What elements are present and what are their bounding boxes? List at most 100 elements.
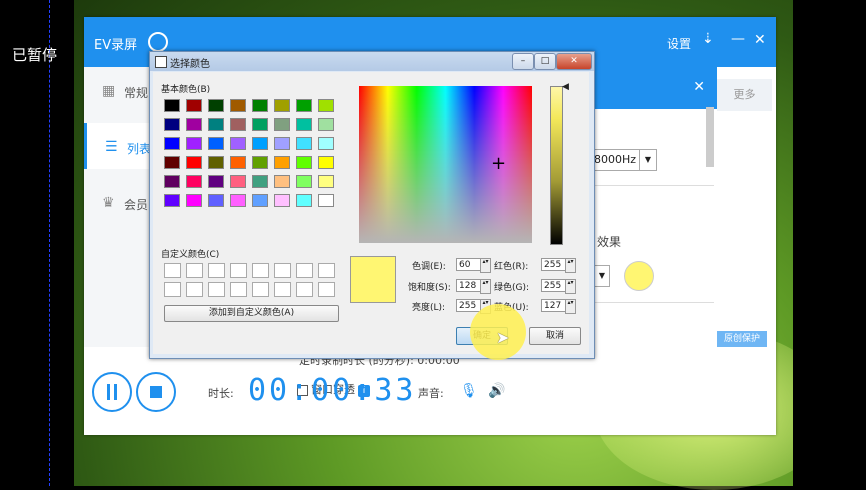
custom-color-swatch[interactable] — [296, 282, 313, 297]
basic-color-swatch[interactable] — [252, 194, 268, 207]
custom-color-swatch[interactable] — [164, 282, 181, 297]
basic-color-swatch[interactable] — [164, 137, 180, 150]
basic-color-swatch[interactable] — [296, 156, 312, 169]
basic-color-swatch[interactable] — [252, 99, 268, 112]
basic-color-swatch[interactable] — [274, 118, 290, 131]
dialog-minimize-button[interactable]: – — [512, 53, 534, 70]
basic-color-swatch[interactable] — [208, 194, 224, 207]
basic-color-swatch[interactable] — [230, 99, 246, 112]
minimize-button[interactable]: — — [731, 31, 745, 47]
red-spinner[interactable]: ▴▾ — [565, 258, 576, 273]
luminance-label: 亮度(L): — [412, 303, 446, 313]
custom-color-swatch[interactable] — [274, 263, 291, 278]
custom-color-swatch[interactable] — [230, 263, 247, 278]
custom-color-swatch[interactable] — [230, 282, 247, 297]
basic-color-swatch[interactable] — [318, 156, 334, 169]
custom-color-swatch[interactable] — [318, 263, 335, 278]
basic-color-swatch[interactable] — [230, 194, 246, 207]
dialog-maximize-button[interactable]: □ — [534, 53, 556, 70]
basic-color-swatch[interactable] — [296, 194, 312, 207]
basic-color-swatch[interactable] — [252, 137, 268, 150]
basic-color-swatch[interactable] — [318, 137, 334, 150]
settings-button[interactable]: 设置 — [667, 35, 691, 52]
basic-color-swatch[interactable] — [252, 156, 268, 169]
saturation-spinner[interactable]: ▴▾ — [480, 279, 491, 294]
basic-color-swatch[interactable] — [186, 156, 202, 169]
basic-color-swatch[interactable] — [296, 118, 312, 131]
custom-color-swatch[interactable] — [186, 263, 203, 278]
basic-color-swatch[interactable] — [208, 175, 224, 188]
pause-button[interactable] — [92, 372, 132, 412]
basic-color-swatch[interactable] — [208, 156, 224, 169]
hue-spinner[interactable]: ▴▾ — [480, 258, 491, 273]
custom-color-swatch[interactable] — [208, 282, 225, 297]
add-custom-color-button[interactable]: 添加到自定义颜色(A) — [164, 305, 339, 322]
blue-spinner[interactable]: ▴▾ — [565, 299, 576, 314]
close-button[interactable]: ✕ — [754, 32, 766, 48]
custom-color-swatch[interactable] — [208, 263, 225, 278]
basic-color-swatch[interactable] — [274, 156, 290, 169]
user-icon[interactable] — [148, 32, 168, 52]
chevron-down-icon[interactable]: ▼ — [639, 149, 656, 171]
hue-input[interactable]: 60 — [456, 258, 482, 271]
custom-color-swatch[interactable] — [296, 263, 313, 278]
basic-color-swatch[interactable] — [252, 175, 268, 188]
microphone-icon[interactable]: 🎙 — [460, 383, 478, 399]
basic-color-swatch[interactable] — [208, 99, 224, 112]
basic-color-swatch[interactable] — [186, 194, 202, 207]
basic-color-swatch[interactable] — [230, 175, 246, 188]
basic-color-swatch[interactable] — [164, 118, 180, 131]
basic-color-swatch[interactable] — [318, 99, 334, 112]
luminance-input[interactable]: 255 — [456, 299, 482, 312]
basic-color-swatch[interactable] — [230, 156, 246, 169]
basic-color-swatch[interactable] — [208, 137, 224, 150]
basic-color-swatch[interactable] — [274, 137, 290, 150]
green-spinner[interactable]: ▴▾ — [565, 279, 576, 294]
saturation-input[interactable]: 128 — [456, 279, 482, 292]
basic-color-swatch[interactable] — [186, 137, 202, 150]
origin-protect-button[interactable]: 原创保护 — [717, 331, 767, 347]
basic-color-swatch[interactable] — [318, 175, 334, 188]
basic-color-swatch[interactable] — [252, 118, 268, 131]
effect-dropdown[interactable]: ▼ — [594, 265, 610, 287]
basic-color-swatch[interactable] — [318, 194, 334, 207]
dialog-close-button[interactable]: ✕ — [556, 53, 592, 70]
basic-color-swatch[interactable] — [186, 118, 202, 131]
basic-color-swatch[interactable] — [230, 118, 246, 131]
basic-color-swatch[interactable] — [274, 175, 290, 188]
custom-color-swatch[interactable] — [164, 263, 181, 278]
basic-color-swatch[interactable] — [274, 99, 290, 112]
green-input[interactable]: 255 — [541, 279, 567, 292]
basic-color-swatch[interactable] — [318, 118, 334, 131]
basic-color-swatch[interactable] — [164, 194, 180, 207]
speaker-icon[interactable]: 🔊 — [488, 383, 505, 399]
basic-color-swatch[interactable] — [230, 137, 246, 150]
slider-arrow-icon[interactable]: ◀ — [562, 82, 569, 92]
basic-color-swatch[interactable] — [186, 175, 202, 188]
basic-color-swatch[interactable] — [296, 99, 312, 112]
menu-icon[interactable]: ⇣ — [702, 31, 714, 47]
custom-color-swatch[interactable] — [274, 282, 291, 297]
scrollbar[interactable] — [706, 107, 714, 167]
basic-color-swatch[interactable] — [274, 194, 290, 207]
stop-button[interactable] — [136, 372, 176, 412]
more-tab[interactable]: 更多 — [717, 79, 772, 111]
custom-color-swatch[interactable] — [252, 282, 269, 297]
basic-color-swatch[interactable] — [296, 137, 312, 150]
custom-color-swatch[interactable] — [252, 263, 269, 278]
luminance-slider[interactable] — [550, 86, 563, 245]
basic-color-swatch[interactable] — [164, 156, 180, 169]
basic-color-swatch[interactable] — [164, 175, 180, 188]
basic-color-swatch[interactable] — [208, 118, 224, 131]
blue-input[interactable]: 127 — [541, 299, 567, 312]
basic-color-swatch[interactable] — [296, 175, 312, 188]
dialog-title: 选择颜色 — [170, 59, 210, 70]
red-input[interactable]: 255 — [541, 258, 567, 271]
basic-color-swatch[interactable] — [164, 99, 180, 112]
color-swatch-button[interactable] — [624, 261, 654, 291]
settings-close-icon[interactable]: ✕ — [693, 79, 705, 95]
basic-color-swatch[interactable] — [186, 99, 202, 112]
custom-color-swatch[interactable] — [186, 282, 203, 297]
cancel-button[interactable]: 取消 — [529, 327, 581, 345]
custom-color-swatch[interactable] — [318, 282, 335, 297]
